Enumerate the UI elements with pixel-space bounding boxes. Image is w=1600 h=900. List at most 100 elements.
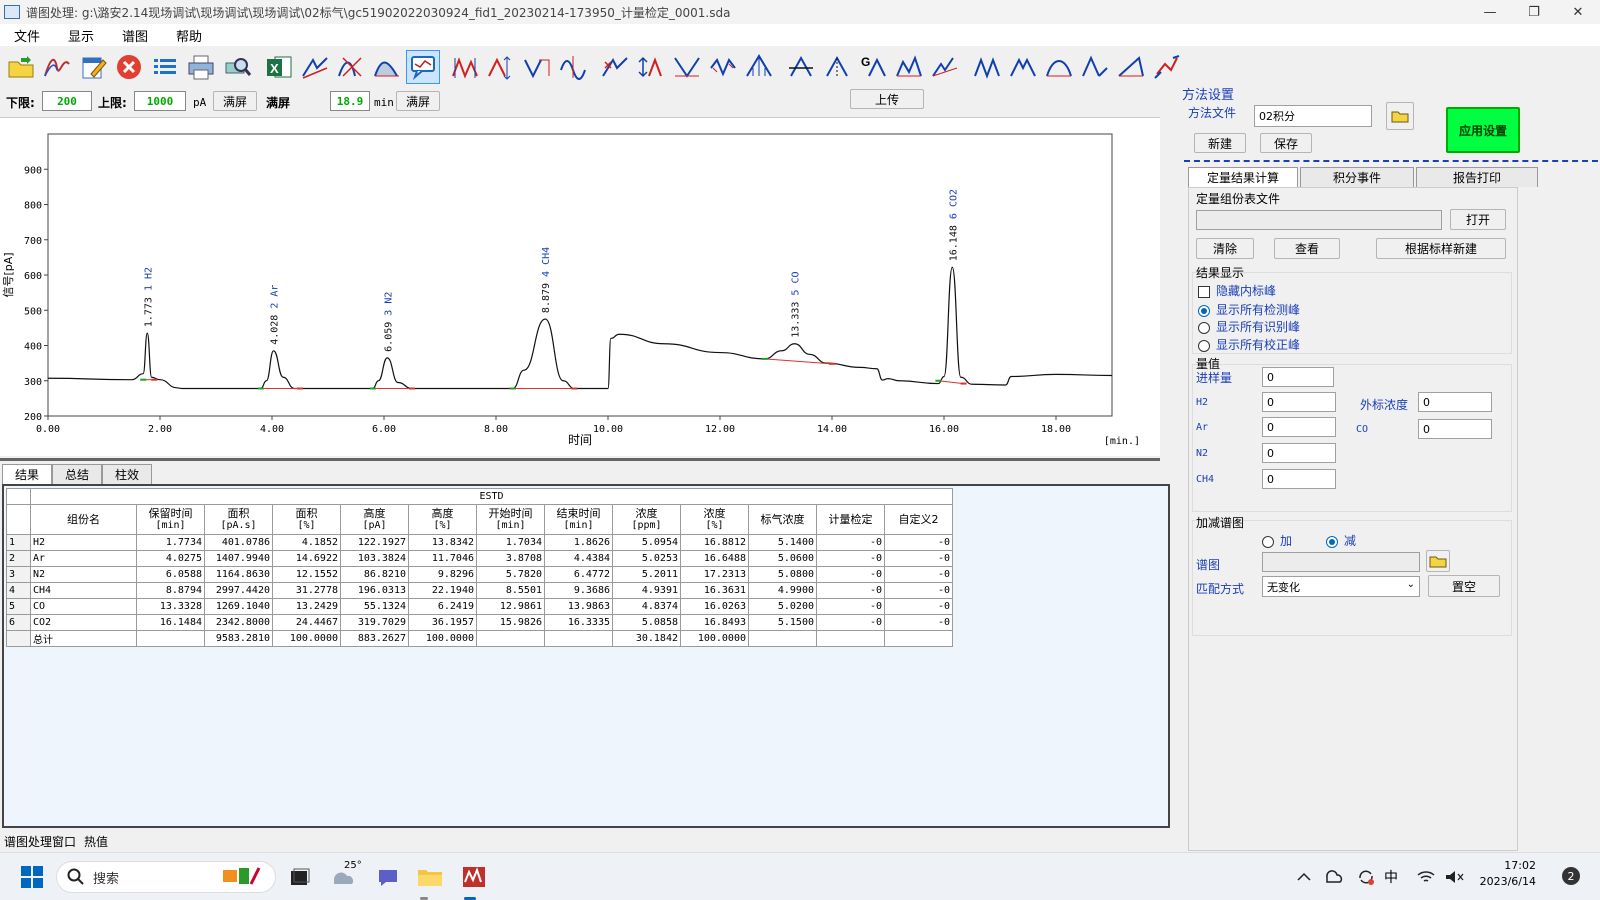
show-identified-option[interactable]: 显示所有识别峰 (1198, 318, 1300, 335)
browse-chromatogram-button[interactable] (1426, 550, 1450, 572)
column-header[interactable]: 面积 [%] (272, 504, 341, 535)
hide-internal-std-checkbox[interactable] (1198, 285, 1210, 298)
tab-integration-events[interactable]: 积分事件 (1300, 167, 1414, 187)
tab-summary[interactable]: 总结 (52, 464, 103, 484)
edit-note-icon[interactable] (76, 50, 110, 84)
column-header[interactable]: 面积 [pA.s] (204, 504, 273, 535)
menu-chromatogram[interactable]: 谱图 (108, 26, 162, 45)
match-mode-select[interactable]: 无变化 ⌄ (1262, 576, 1420, 597)
task-view-icon[interactable] (286, 863, 314, 891)
tool-icon-20[interactable] (1150, 50, 1184, 84)
tab-results[interactable]: 结果 (2, 464, 53, 484)
add-option[interactable]: 加 (1262, 532, 1292, 549)
tool-icon-3[interactable] (520, 50, 554, 84)
add-radio[interactable] (1262, 535, 1274, 548)
show-detected-radio[interactable] (1198, 304, 1210, 317)
upload-button[interactable]: 上传 (850, 89, 924, 109)
peak-cross-icon[interactable] (334, 50, 368, 84)
column-header[interactable]: 结束时间 [min] (544, 504, 613, 535)
quant-table-file-input[interactable] (1196, 210, 1442, 230)
new-from-standard-button[interactable]: 根据标样新建 (1376, 238, 1506, 259)
table-row[interactable]: 3 N2 6.0588 1164.8630 12.1552 86.8210 9.8296 5.… (6, 566, 953, 583)
total-row[interactable]: 总计 9583.2810 100.0000 883.2627 100.0000 30.18… (6, 630, 953, 647)
column-header[interactable]: 高度 [pA] (340, 504, 409, 535)
tool-icon-1[interactable] (448, 50, 482, 84)
peak-line-icon[interactable] (298, 50, 332, 84)
clock-date[interactable]: 2023/6/14 (1468, 875, 1536, 888)
show-corrected-option[interactable]: 显示所有校正峰 (1198, 336, 1300, 353)
subtract-option[interactable]: 减 (1326, 532, 1356, 549)
show-corrected-radio[interactable] (1198, 339, 1210, 352)
tool-icon-11[interactable] (820, 50, 854, 84)
tool-icon-8[interactable] (706, 50, 740, 84)
delete-icon[interactable] (112, 50, 146, 84)
tool-icon-14[interactable] (928, 50, 962, 84)
open-folder-icon[interactable] (4, 50, 38, 84)
print-preview-icon[interactable] (220, 50, 254, 84)
table-row[interactable]: 6 CO2 16.1484 2342.8000 24.4467 319.7029 36.19… (6, 614, 953, 631)
open-quant-table-button[interactable]: 打开 (1450, 209, 1506, 230)
file-explorer-icon[interactable] (416, 863, 444, 891)
time-range-input[interactable]: 18.9 (330, 91, 370, 111)
update-icon[interactable] (1352, 863, 1380, 891)
lower-limit-input[interactable]: 200 (42, 91, 92, 111)
tool-icon-16[interactable] (1006, 50, 1040, 84)
injection-input[interactable]: 0 (1262, 367, 1334, 387)
comp-input-n2[interactable]: 0 (1262, 443, 1336, 463)
show-detected-option[interactable]: 显示所有检测峰 (1198, 301, 1300, 318)
tool-icon-15[interactable] (970, 50, 1004, 84)
chromatogram-file-input[interactable] (1262, 552, 1420, 572)
list-view-icon[interactable] (148, 50, 182, 84)
hide-internal-std-option[interactable]: 隐藏内标峰 (1198, 282, 1276, 299)
peak-fill-icon[interactable] (370, 50, 404, 84)
x-fullscreen-button[interactable]: 满屏 (396, 91, 440, 111)
taskbar-search-box[interactable]: 搜索 (56, 861, 276, 893)
clear-chromatogram-button[interactable]: 置空 (1428, 575, 1500, 597)
menu-help[interactable]: 帮助 (162, 26, 216, 45)
minimize-button[interactable]: — (1468, 0, 1512, 24)
table-row[interactable]: 5 CO 13.3328 1269.1040 13.2429 55.1324 6.2419 1… (6, 598, 953, 615)
chat-icon[interactable] (374, 863, 402, 891)
table-row[interactable]: 1 H2 1.7734 401.0786 4.1852 122.1927 13.8342 1.… (6, 534, 953, 551)
tool-icon-7[interactable] (670, 50, 704, 84)
tool-icon-4[interactable] (556, 50, 590, 84)
co-input[interactable]: 0 (1418, 419, 1492, 439)
tool-icon-18[interactable] (1078, 50, 1112, 84)
chevron-up-icon[interactable] (1290, 863, 1318, 891)
column-header[interactable]: 浓度 [%] (680, 504, 749, 535)
upper-limit-input[interactable]: 1000 (134, 91, 186, 111)
table-row[interactable]: 4 CH4 8.8794 2997.4420 31.2778 196.0313 22.194… (6, 582, 953, 599)
tool-icon-10[interactable] (784, 50, 818, 84)
table-row[interactable]: 2 Ar 4.0275 1407.9940 14.6922 103.3824 11.7046… (6, 550, 953, 567)
tab-column-efficiency[interactable]: 柱效 (102, 464, 153, 484)
windows-start-icon[interactable] (18, 863, 46, 891)
maximize-button[interactable]: ❐ (1512, 0, 1556, 24)
show-identified-radio[interactable] (1198, 321, 1210, 334)
annotation-icon[interactable] (406, 50, 440, 84)
chromatography-app-icon[interactable] (460, 863, 488, 891)
tool-icon-5[interactable] (598, 50, 632, 84)
view-quant-button[interactable]: 查看 (1274, 238, 1340, 259)
ext-std-input[interactable]: 0 (1418, 392, 1492, 412)
excel-icon[interactable]: X (262, 50, 296, 84)
menu-view[interactable]: 显示 (54, 26, 108, 45)
menu-file[interactable]: 文件 (0, 26, 54, 45)
comp-input-h2[interactable]: 0 (1262, 392, 1336, 412)
method-file-input[interactable]: 02积分 (1254, 105, 1372, 127)
tool-icon-6[interactable] (634, 50, 668, 84)
chromatogram-icon[interactable] (40, 50, 74, 84)
tool-icon-17[interactable] (1042, 50, 1076, 84)
chromatogram-chart[interactable]: 200 300 400 500 600 700 800 900 0.00 2.00 4.00 6.00… (0, 117, 1160, 456)
apply-settings-button[interactable]: 应用设置 (1446, 107, 1520, 153)
notification-badge[interactable]: 2 (1562, 867, 1580, 885)
comp-input-ar[interactable]: 0 (1262, 417, 1336, 437)
clock-time[interactable]: 17:02 (1476, 859, 1536, 872)
splitter[interactable] (0, 458, 1160, 461)
y-fullscreen-button[interactable]: 满屏 (213, 91, 257, 111)
column-header[interactable]: 开始时间 [min] (476, 504, 545, 535)
column-header[interactable]: 浓度 [ppm] (612, 504, 681, 535)
tab-quant-calc[interactable]: 定量结果计算 (1188, 167, 1298, 187)
tab-report-print[interactable]: 报告打印 (1416, 167, 1538, 187)
close-button[interactable]: ✕ (1556, 0, 1600, 24)
column-header[interactable]: 高度 [%] (408, 504, 477, 535)
